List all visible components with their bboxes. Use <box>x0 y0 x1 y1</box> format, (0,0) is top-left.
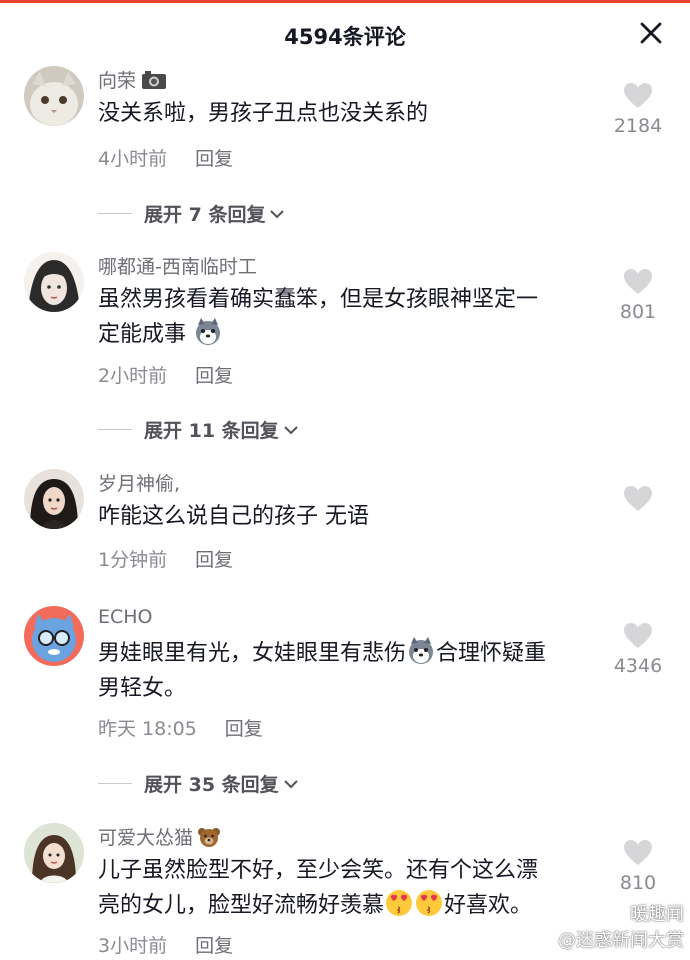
like-button[interactable]: 810 <box>600 839 676 894</box>
watermark: 暖趣闻 @迷惑新闻大赏 <box>558 904 684 951</box>
reply-button[interactable]: 回复 <box>195 148 233 170</box>
reply-button[interactable]: 回复 <box>195 549 233 571</box>
chevron-down-icon <box>283 425 298 434</box>
expand-replies-button[interactable]: 展开 35 条回复 <box>98 770 299 797</box>
comment-time: 3小时前 <box>98 935 168 957</box>
husky-emoji-icon <box>409 637 434 664</box>
username[interactable]: 向荣 <box>98 66 168 93</box>
comment-text: 没关系啦，男孩子丑点也没关系的 <box>98 101 429 126</box>
avatar[interactable] <box>24 252 84 312</box>
like-button[interactable]: 2184 <box>600 82 676 137</box>
expand-replies-button[interactable]: 展开 11 条回复 <box>98 416 299 443</box>
heart-icon <box>624 269 652 294</box>
reply-button[interactable]: 回复 <box>195 935 233 957</box>
expand-replies-button[interactable]: 展开 7 条回复 <box>98 200 285 227</box>
heart-icon <box>624 83 652 108</box>
like-count: 2184 <box>613 115 663 137</box>
close-icon[interactable] <box>638 20 664 46</box>
comments-header: 4594条评论 <box>0 3 690 61</box>
avatar[interactable] <box>24 606 84 666</box>
chevron-down-icon <box>283 779 298 788</box>
camera-icon <box>142 70 167 89</box>
comment-meta: 昨天 18:05 回复 <box>98 714 263 741</box>
like-count: 801 <box>619 301 657 323</box>
comment-text: 儿子虽然脸型不好，至少会笑。还有个这么漂 亮的女儿，脸型好流畅好羡慕 好喜欢。 <box>98 858 539 918</box>
comment-text: 咋能这么说自己的孩子 无语 <box>98 504 369 529</box>
heart-icon <box>624 486 652 511</box>
heart-icon <box>624 623 652 648</box>
reply-button[interactable]: 回复 <box>225 718 263 740</box>
reply-button[interactable]: 回复 <box>195 365 233 387</box>
heart-eyes-kiss-emoji-icon <box>386 890 413 916</box>
bear-emoji <box>198 827 221 847</box>
husky-emoji-icon <box>196 318 221 345</box>
comment-time: 1分钟前 <box>98 549 168 571</box>
comment-meta: 3小时前 回复 <box>98 931 233 958</box>
chevron-down-icon <box>270 209 285 218</box>
like-count: 810 <box>619 872 657 894</box>
avatar[interactable] <box>24 823 84 883</box>
like-button[interactable]: 4346 <box>600 622 676 677</box>
like-button[interactable] <box>600 485 676 512</box>
username[interactable]: 可爱大怂猫 <box>98 823 221 850</box>
username[interactable]: ECHO <box>98 606 153 628</box>
comment-text: 虽然男孩看着确实蠢笨，但是女孩眼神坚定一 定能成事 <box>98 287 539 347</box>
comment-count-title: 4594条评论 <box>284 25 406 49</box>
username[interactable]: 哪都通-西南临时工 <box>98 252 257 279</box>
like-count: 4346 <box>613 655 663 677</box>
comment-meta: 1分钟前 回复 <box>98 545 233 572</box>
like-button[interactable]: 801 <box>600 268 676 323</box>
heart-eyes-kiss-emoji-icon <box>416 890 443 916</box>
comment-meta: 2小时前 回复 <box>98 361 233 388</box>
comment-text: 男娃眼里有光，女娃眼里有悲伤 合理怀疑重 男轻女。 <box>98 636 608 706</box>
comment-time: 2小时前 <box>98 365 168 387</box>
username[interactable]: 岁月神偷, <box>98 469 180 496</box>
comment-time: 4小时前 <box>98 148 168 170</box>
avatar[interactable] <box>24 469 84 529</box>
heart-icon <box>624 840 652 865</box>
comment-time: 昨天 18:05 <box>98 718 197 740</box>
comment-meta: 4小时前 回复 <box>98 144 233 171</box>
avatar[interactable] <box>24 66 84 126</box>
